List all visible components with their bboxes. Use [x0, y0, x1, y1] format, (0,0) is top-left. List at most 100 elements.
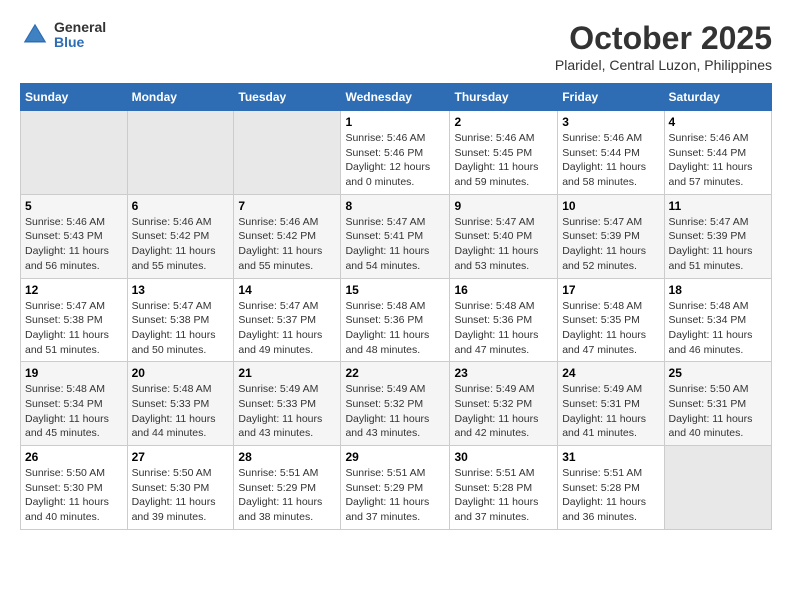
calendar-cell: 9Sunrise: 5:47 AM Sunset: 5:40 PM Daylig…: [450, 194, 558, 278]
calendar-cell: 19 Sunrise: 5:48 AM Sunset: 5:34 PM Dayli…: [21, 362, 128, 446]
day-number: 13: [132, 283, 230, 297]
column-header-tuesday: Tuesday: [234, 84, 341, 111]
calendar-cell: 7 Sunrise: 5:46 AM Sunset: 5:42 PM Daylig…: [234, 194, 341, 278]
calendar-row-5: 26 Sunrise: 5:50 AM Sunset: 5:30 PM Dayli…: [21, 446, 772, 530]
column-header-friday: Friday: [558, 84, 664, 111]
day-number: 10: [562, 199, 659, 213]
day-info: Sunrise: 5:51 AM Sunset: 5:28 PM Dayligh…: [562, 466, 659, 525]
day-info: Sunrise: 5:46 AM Sunset: 5:44 PM Dayligh…: [669, 131, 767, 190]
logo: General Blue: [20, 20, 106, 51]
day-info: Sunrise: 5:49 AM Sunset: 5:32 PM Dayligh…: [345, 382, 445, 441]
day-info: Sunrise: 5:46 AM Sunset: 5:44 PM Dayligh…: [562, 131, 659, 190]
day-info: Sunrise: 5:48 AM Sunset: 5:36 PM Dayligh…: [454, 299, 553, 358]
day-info: Sunrise: 5:49 AM Sunset: 5:33 PM Dayligh…: [238, 382, 336, 441]
day-info: Sunrise: 5:51 AM Sunset: 5:29 PM Dayligh…: [238, 466, 336, 525]
calendar-cell: 1 Sunrise: 5:46 AM Sunset: 5:46 PM Daylig…: [341, 111, 450, 195]
day-number: 28: [238, 450, 336, 464]
day-info: Sunrise: 5:49 AM Sunset: 5:31 PM Dayligh…: [562, 382, 659, 441]
calendar-cell: 10 Sunrise: 5:47 AM Sunset: 5:39 PM Dayli…: [558, 194, 664, 278]
day-number: 7: [238, 199, 336, 213]
day-number: 25: [669, 366, 767, 380]
calendar-cell: 29 Sunrise: 5:51 AM Sunset: 5:29 PM Dayli…: [341, 446, 450, 530]
location-subtitle: Plaridel, Central Luzon, Philippines: [555, 57, 772, 73]
calendar-cell: [234, 111, 341, 195]
calendar-cell: [127, 111, 234, 195]
day-number: 24: [562, 366, 659, 380]
day-info: Sunrise: 5:50 AM Sunset: 5:31 PM Dayligh…: [669, 382, 767, 441]
day-number: 9: [454, 199, 553, 213]
calendar-cell: 22 Sunrise: 5:49 AM Sunset: 5:32 PM Dayli…: [341, 362, 450, 446]
day-info: Sunrise: 5:50 AM Sunset: 5:30 PM Dayligh…: [132, 466, 230, 525]
day-info: Sunrise: 5:47 AM Sunset: 5:38 PM Dayligh…: [25, 299, 123, 358]
day-number: 27: [132, 450, 230, 464]
day-info: Sunrise: 5:51 AM Sunset: 5:28 PM Dayligh…: [454, 466, 553, 525]
calendar-row-4: 19 Sunrise: 5:48 AM Sunset: 5:34 PM Dayli…: [21, 362, 772, 446]
day-info: Sunrise: 5:48 AM Sunset: 5:34 PM Dayligh…: [25, 382, 123, 441]
calendar-cell: 5 Sunrise: 5:46 AM Sunset: 5:43 PM Daylig…: [21, 194, 128, 278]
calendar-cell: 20Sunrise: 5:48 AM Sunset: 5:33 PM Dayli…: [127, 362, 234, 446]
column-header-saturday: Saturday: [664, 84, 771, 111]
day-number: 15: [345, 283, 445, 297]
day-number: 19: [25, 366, 123, 380]
calendar-cell: 24 Sunrise: 5:49 AM Sunset: 5:31 PM Dayli…: [558, 362, 664, 446]
day-number: 29: [345, 450, 445, 464]
calendar-row-2: 5 Sunrise: 5:46 AM Sunset: 5:43 PM Daylig…: [21, 194, 772, 278]
day-number: 2: [454, 115, 553, 129]
day-info: Sunrise: 5:47 AM Sunset: 5:39 PM Dayligh…: [669, 215, 767, 274]
day-info: Sunrise: 5:46 AM Sunset: 5:42 PM Dayligh…: [238, 215, 336, 274]
day-number: 6: [132, 199, 230, 213]
calendar-cell: 26 Sunrise: 5:50 AM Sunset: 5:30 PM Dayli…: [21, 446, 128, 530]
calendar-cell: 3 Sunrise: 5:46 AM Sunset: 5:44 PM Daylig…: [558, 111, 664, 195]
calendar-cell: 30 Sunrise: 5:51 AM Sunset: 5:28 PM Dayli…: [450, 446, 558, 530]
day-info: Sunrise: 5:46 AM Sunset: 5:43 PM Dayligh…: [25, 215, 123, 274]
day-info: Sunrise: 5:48 AM Sunset: 5:36 PM Dayligh…: [345, 299, 445, 358]
calendar-table: SundayMondayTuesdayWednesdayThursdayFrid…: [20, 83, 772, 530]
day-info: Sunrise: 5:47 AM Sunset: 5:39 PM Dayligh…: [562, 215, 659, 274]
calendar-cell: 13Sunrise: 5:47 AM Sunset: 5:38 PM Dayli…: [127, 278, 234, 362]
calendar-cell: 18 Sunrise: 5:48 AM Sunset: 5:34 PM Dayli…: [664, 278, 771, 362]
calendar-cell: 17Sunrise: 5:48 AM Sunset: 5:35 PM Dayli…: [558, 278, 664, 362]
calendar-row-3: 12Sunrise: 5:47 AM Sunset: 5:38 PM Dayli…: [21, 278, 772, 362]
page-header: General Blue October 2025 Plaridel, Cent…: [20, 20, 772, 73]
calendar-cell: [664, 446, 771, 530]
day-number: 1: [345, 115, 445, 129]
day-number: 14: [238, 283, 336, 297]
day-number: 11: [669, 199, 767, 213]
day-number: 22: [345, 366, 445, 380]
day-info: Sunrise: 5:47 AM Sunset: 5:41 PM Dayligh…: [345, 215, 445, 274]
calendar-cell: 31Sunrise: 5:51 AM Sunset: 5:28 PM Dayli…: [558, 446, 664, 530]
calendar-cell: 15 Sunrise: 5:48 AM Sunset: 5:36 PM Dayli…: [341, 278, 450, 362]
calendar-cell: 8 Sunrise: 5:47 AM Sunset: 5:41 PM Daylig…: [341, 194, 450, 278]
calendar-cell: 21Sunrise: 5:49 AM Sunset: 5:33 PM Dayli…: [234, 362, 341, 446]
calendar-cell: 14Sunrise: 5:47 AM Sunset: 5:37 PM Dayli…: [234, 278, 341, 362]
calendar-row-1: 1 Sunrise: 5:46 AM Sunset: 5:46 PM Daylig…: [21, 111, 772, 195]
logo-blue-text: Blue: [54, 35, 106, 50]
day-number: 5: [25, 199, 123, 213]
day-number: 16: [454, 283, 553, 297]
calendar-cell: 6 Sunrise: 5:46 AM Sunset: 5:42 PM Daylig…: [127, 194, 234, 278]
column-header-monday: Monday: [127, 84, 234, 111]
day-number: 3: [562, 115, 659, 129]
calendar-cell: 11 Sunrise: 5:47 AM Sunset: 5:39 PM Dayli…: [664, 194, 771, 278]
day-number: 8: [345, 199, 445, 213]
calendar-cell: 28 Sunrise: 5:51 AM Sunset: 5:29 PM Dayli…: [234, 446, 341, 530]
day-number: 18: [669, 283, 767, 297]
day-number: 30: [454, 450, 553, 464]
day-info: Sunrise: 5:48 AM Sunset: 5:34 PM Dayligh…: [669, 299, 767, 358]
day-info: Sunrise: 5:46 AM Sunset: 5:46 PM Dayligh…: [345, 131, 445, 190]
column-header-thursday: Thursday: [450, 84, 558, 111]
calendar-cell: 16 Sunrise: 5:48 AM Sunset: 5:36 PM Dayli…: [450, 278, 558, 362]
day-number: 20: [132, 366, 230, 380]
header-row: SundayMondayTuesdayWednesdayThursdayFrid…: [21, 84, 772, 111]
day-number: 26: [25, 450, 123, 464]
calendar-cell: 12Sunrise: 5:47 AM Sunset: 5:38 PM Dayli…: [21, 278, 128, 362]
day-info: Sunrise: 5:46 AM Sunset: 5:42 PM Dayligh…: [132, 215, 230, 274]
day-info: Sunrise: 5:46 AM Sunset: 5:45 PM Dayligh…: [454, 131, 553, 190]
column-header-wednesday: Wednesday: [341, 84, 450, 111]
day-number: 23: [454, 366, 553, 380]
day-info: Sunrise: 5:50 AM Sunset: 5:30 PM Dayligh…: [25, 466, 123, 525]
day-info: Sunrise: 5:49 AM Sunset: 5:32 PM Dayligh…: [454, 382, 553, 441]
day-info: Sunrise: 5:51 AM Sunset: 5:29 PM Dayligh…: [345, 466, 445, 525]
column-header-sunday: Sunday: [21, 84, 128, 111]
month-title: October 2025: [555, 20, 772, 57]
